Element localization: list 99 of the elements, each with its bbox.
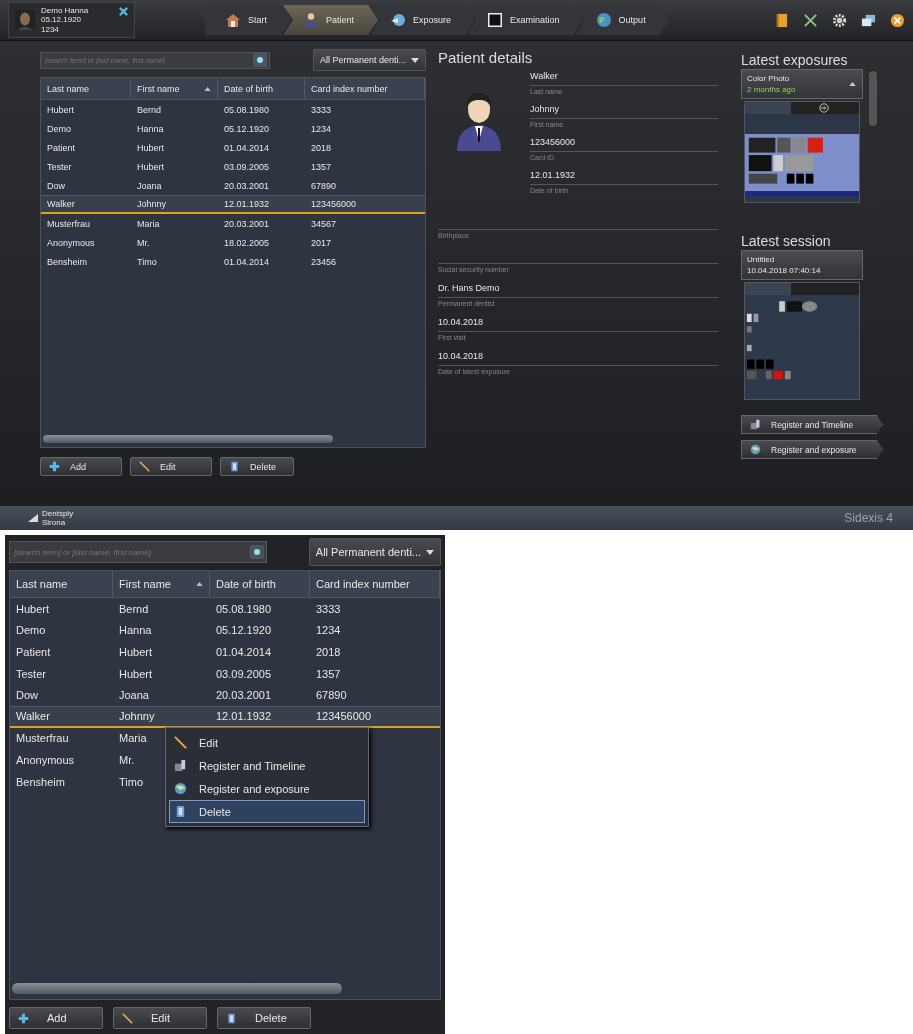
filter-dropdown[interactable]: All Permanent denti...	[312, 49, 426, 71]
company-logo: Dentsply Sirona	[42, 509, 75, 527]
section-title: Latest session	[741, 233, 832, 250]
action-button[interactable]: Register and exposure	[741, 440, 883, 459]
toolbar-button[interactable]: Add	[9, 1007, 103, 1029]
table-row[interactable]: Walker Johnny 12.01.1932 123456000	[41, 195, 425, 214]
table-row[interactable]: Musterfrau Maria 20.03.2001 34567	[41, 214, 425, 233]
toolbar-button[interactable]: Edit	[113, 1007, 207, 1029]
table-row[interactable]: Tester Hubert 03.09.2005 1357	[41, 157, 425, 176]
filter-dropdown[interactable]: All Permanent denti...	[308, 538, 441, 566]
patient-name: Demo Hanna	[41, 5, 90, 16]
menu-item[interactable]: Register and Timeline	[169, 754, 365, 777]
nav-tab[interactable]: Patient	[283, 5, 379, 35]
pencil-icon	[174, 736, 187, 749]
table-row[interactable]: Dow Joana 20.03.2001 67890	[41, 176, 425, 195]
open-icon[interactable]	[819, 103, 829, 113]
field-value: Johnny	[530, 104, 718, 119]
menu-item[interactable]: Delete	[169, 800, 365, 823]
person-icon	[303, 12, 319, 28]
sphere-icon	[174, 782, 187, 795]
table-row[interactable]: Walker Johnny 12.01.1932 123456000	[10, 705, 440, 728]
settings-icon[interactable]	[832, 12, 847, 28]
toolbar-button[interactable]: Edit	[130, 457, 212, 476]
pencil-icon	[139, 461, 150, 472]
sphere-icon	[750, 444, 761, 455]
trash-icon	[226, 1012, 237, 1024]
section-title: Patient details	[438, 49, 534, 68]
column-header[interactable]: Card index number	[310, 571, 440, 597]
nav-tab[interactable]: Start	[205, 5, 291, 35]
windows-icon[interactable]	[861, 12, 876, 28]
plus-icon	[18, 1012, 29, 1024]
toolbar-button[interactable]: Delete	[220, 457, 294, 476]
column-header[interactable]: Last name	[41, 78, 131, 99]
column-header[interactable]: First name	[113, 571, 210, 597]
product-name: Sidexis 4	[844, 511, 893, 525]
caret-icon	[411, 57, 419, 63]
table-row[interactable]: Patient Hubert 01.04.2014 2018	[10, 641, 440, 663]
patient-id: 1234	[41, 24, 60, 35]
table-row[interactable]: Dow Joana 20.03.2001 67890	[10, 684, 440, 706]
field-value: Walker	[530, 71, 718, 86]
timeline-icon	[750, 419, 761, 430]
action-button[interactable]: Register and Timeline	[741, 415, 883, 434]
globe-icon	[595, 12, 612, 28]
session-name: Untitled	[747, 254, 776, 265]
column-header[interactable]: Date of birth	[210, 571, 310, 597]
menu-item[interactable]: Register and exposure	[169, 777, 365, 800]
house-icon	[225, 12, 241, 28]
pencil-icon	[122, 1012, 133, 1024]
logo-icon	[28, 514, 38, 522]
field-value: 12.01.1932	[530, 170, 718, 185]
scrollbar-thumb[interactable]	[12, 983, 342, 994]
field-value: Dr. Hans Demo	[438, 283, 718, 298]
timeline-icon	[174, 759, 187, 772]
table-row[interactable]: Demo Hanna 05.12.1920 1234	[41, 119, 425, 138]
nav-tab[interactable]: Output	[575, 5, 670, 35]
trash-icon	[229, 461, 240, 472]
close-icon[interactable]	[890, 12, 905, 28]
monitor-icon	[487, 12, 504, 28]
search-icon[interactable]	[253, 53, 267, 67]
search-icon[interactable]	[250, 545, 264, 559]
column-header[interactable]: First name	[131, 78, 218, 99]
person-avatar-icon	[454, 91, 504, 151]
session-card[interactable]: Untitled 10.04.2018 07:40:14	[741, 250, 863, 280]
collapse-icon[interactable]	[849, 82, 856, 86]
section-title: Latest exposures	[741, 52, 849, 69]
toolbar-button[interactable]: Delete	[217, 1007, 311, 1029]
field-value: 10.04.2018	[438, 351, 718, 366]
table-row[interactable]: Hubert Bernd 05.08.1980 3333	[41, 100, 425, 119]
table-row[interactable]: Bensheim Timo 01.04.2014 23456	[41, 252, 425, 271]
table-row[interactable]: Hubert Bernd 05.08.1980 3333	[10, 598, 440, 620]
column-header[interactable]: Last name	[10, 571, 113, 597]
table-row[interactable]: Tester Hubert 03.09.2005 1357	[10, 662, 440, 685]
session-date: 10.04.2018 07:40:14	[747, 265, 822, 276]
nav-tab[interactable]: Examination	[467, 5, 584, 35]
caret-icon	[426, 549, 434, 555]
field-value: 10.04.2018	[438, 317, 718, 332]
tools-icon[interactable]	[803, 12, 818, 28]
scrollbar-thumb[interactable]	[869, 71, 877, 126]
table-row[interactable]: Anonymous Mr. 18.02.2005 2017	[41, 233, 425, 252]
table-row[interactable]: Patient Hubert 01.04.2014 2018	[41, 138, 425, 157]
exposure-name: Color Photo	[747, 73, 791, 84]
sphere-icon	[390, 12, 407, 28]
nav-tab[interactable]: Exposure	[370, 5, 476, 35]
scrollbar-thumb[interactable]	[43, 435, 333, 443]
table-row[interactable]: Demo Hanna 05.12.1920 1234	[10, 619, 440, 642]
column-header[interactable]: Card index number	[305, 78, 425, 99]
field-value: 123456000	[530, 137, 718, 152]
toolbar-button[interactable]: Add	[40, 457, 122, 476]
exposure-card[interactable]: Color Photo 2 months ago	[741, 69, 863, 99]
exposure-age: 2 months ago	[747, 84, 797, 95]
menu-item[interactable]: Edit	[169, 731, 365, 754]
pin-icon[interactable]	[119, 7, 128, 16]
trash-icon	[174, 805, 187, 818]
column-header[interactable]: Date of birth	[218, 78, 305, 99]
patient-birth-date: 05.12.1920	[41, 15, 83, 25]
preview-tab[interactable]	[745, 102, 859, 114]
plus-icon	[49, 461, 60, 472]
avatar-icon	[15, 8, 35, 32]
book-icon[interactable]	[774, 12, 789, 28]
